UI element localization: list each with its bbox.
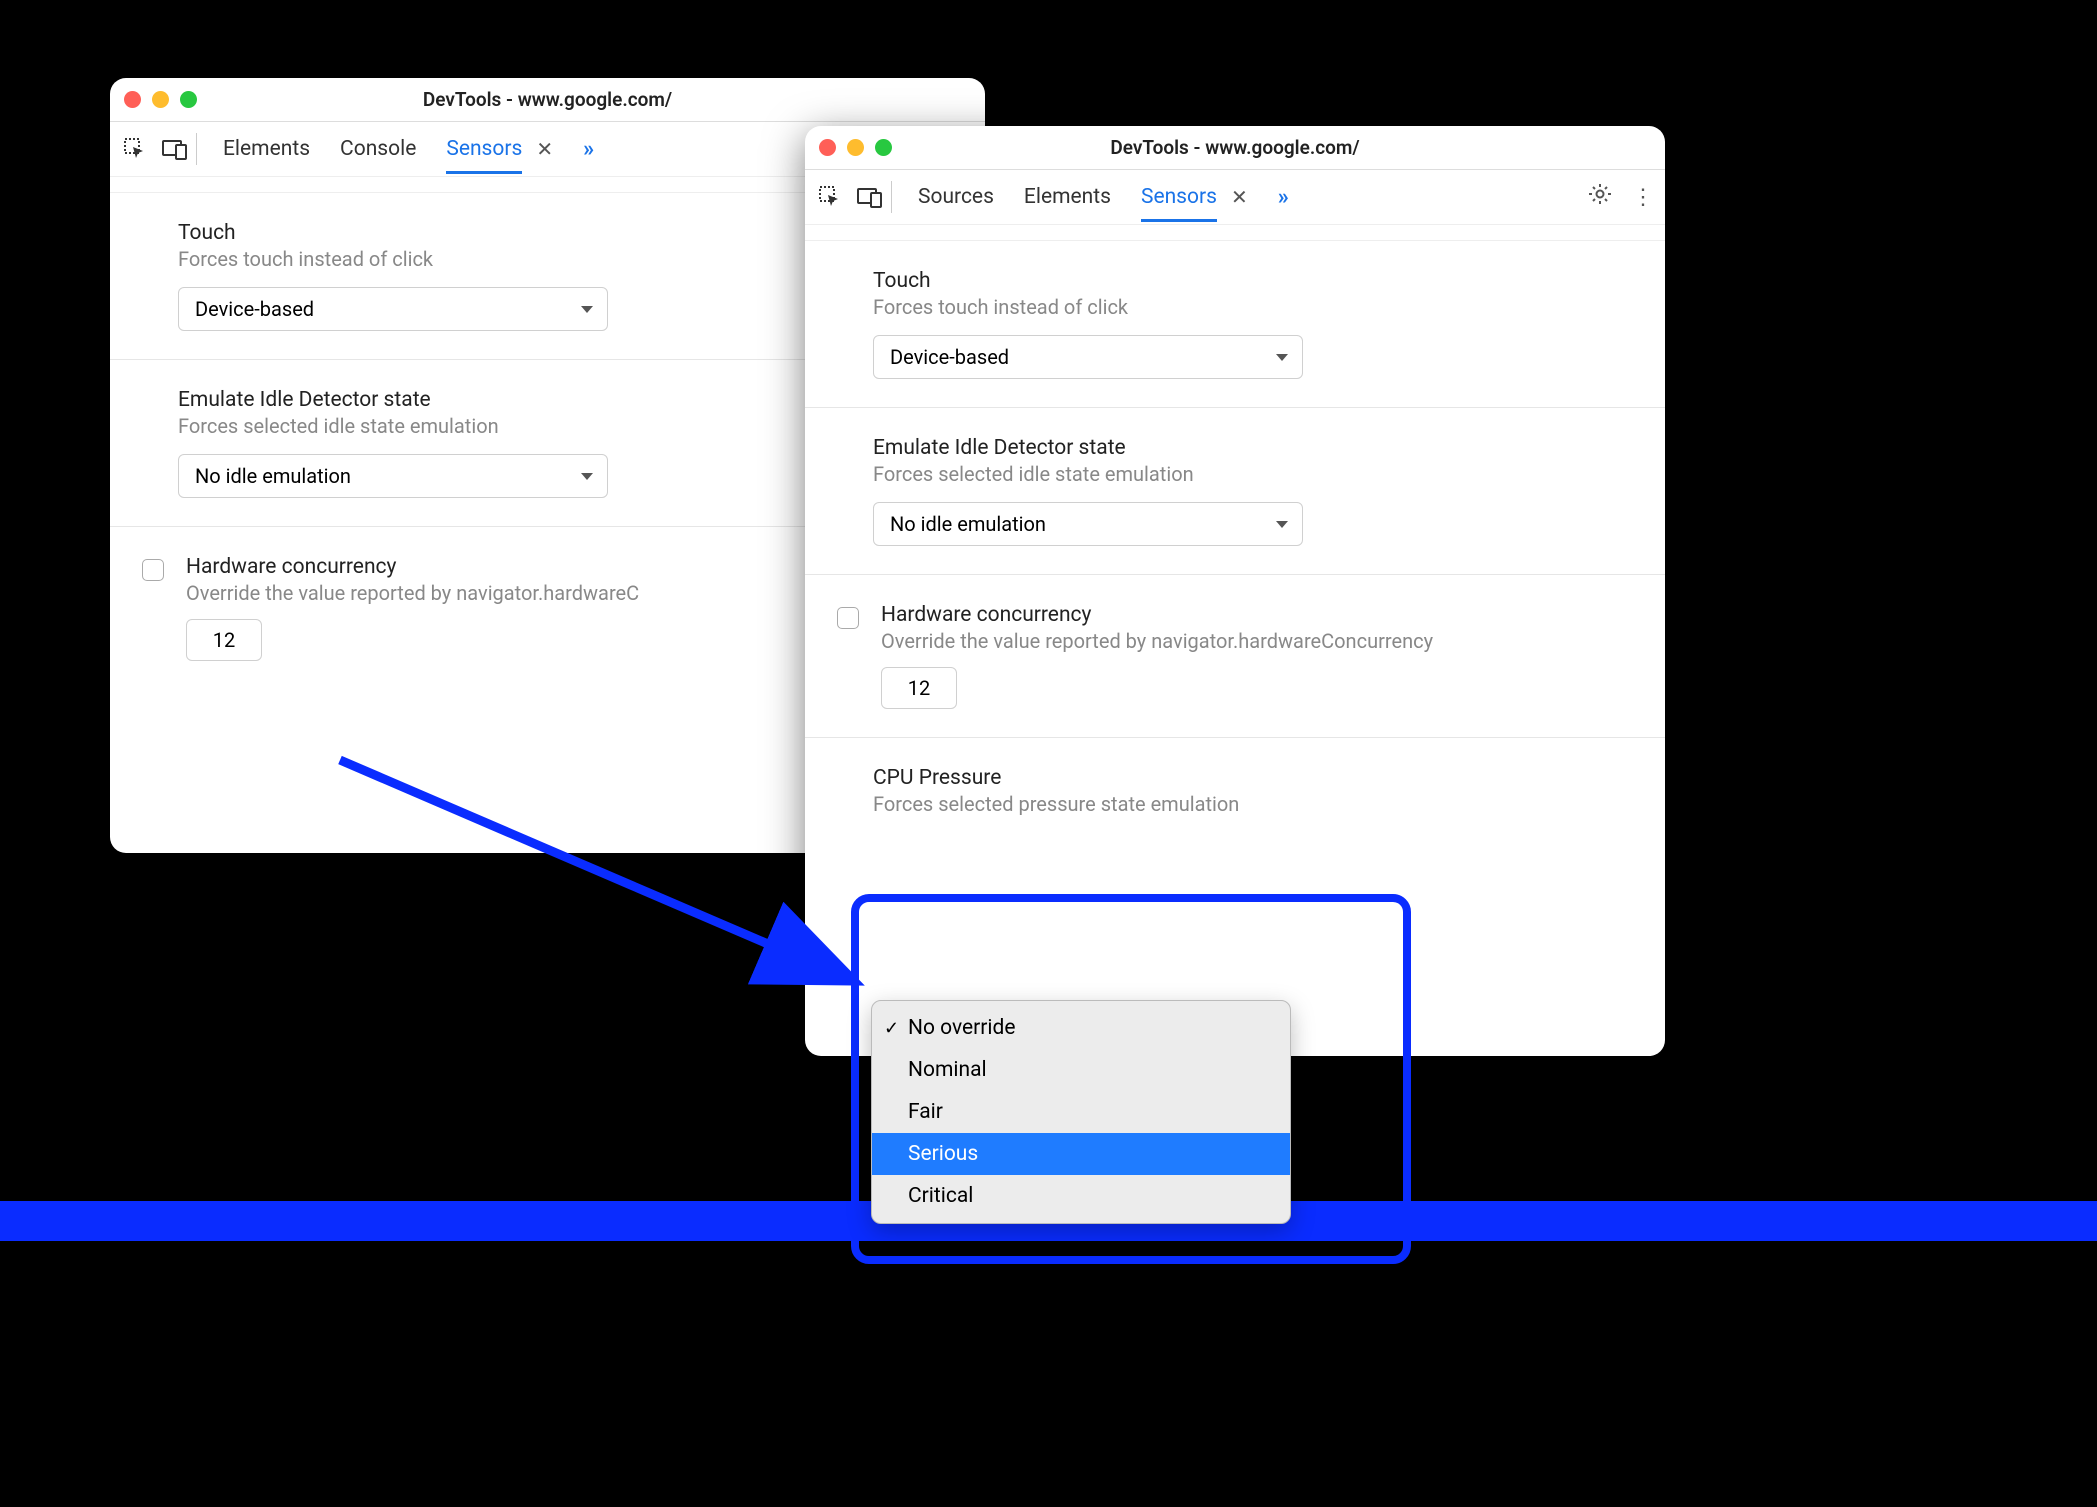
touch-sub: Forces touch instead of click [873, 295, 1625, 319]
cpu-title: CPU Pressure [873, 766, 1625, 790]
titlebar: DevTools - www.google.com/ [110, 78, 985, 122]
chevron-down-icon [1276, 521, 1288, 528]
touch-select[interactable]: Device-based [873, 335, 1303, 379]
hw-value-input[interactable]: 12 [186, 619, 262, 661]
chevron-down-icon [1276, 354, 1288, 361]
tab-sensors[interactable]: Sensors [446, 125, 522, 174]
close-tab-icon[interactable]: ✕ [536, 137, 553, 161]
idle-select[interactable]: No idle emulation [178, 454, 608, 498]
more-tabs-icon[interactable]: » [1278, 185, 1289, 210]
tab-elements[interactable]: Elements [223, 125, 310, 173]
touch-section: Touch Forces touch instead of click Devi… [805, 241, 1665, 408]
hw-sub: Override the value reported by navigator… [881, 629, 1433, 653]
dropdown-option-label: Critical [908, 1184, 973, 1208]
dropdown-option-label: No override [908, 1016, 1015, 1040]
dropdown-option-serious[interactable]: Serious [872, 1133, 1290, 1175]
close-window-icon[interactable] [124, 91, 141, 108]
touch-select-value: Device-based [890, 345, 1009, 369]
cpu-sub: Forces selected pressure state emulation [873, 792, 1625, 816]
more-tabs-icon[interactable]: » [583, 137, 594, 162]
hw-title: Hardware concurrency [186, 555, 639, 579]
hw-checkbox[interactable] [837, 607, 859, 629]
touch-select[interactable]: Device-based [178, 287, 608, 331]
hw-value-input[interactable]: 12 [881, 667, 957, 709]
annotation-arrow [330, 750, 870, 1014]
idle-section: Emulate Idle Detector state Forces selec… [805, 408, 1665, 575]
window-controls[interactable] [124, 91, 197, 108]
dropdown-option-label: Nominal [908, 1058, 987, 1082]
hw-title: Hardware concurrency [881, 603, 1433, 627]
touch-select-value: Device-based [195, 297, 314, 321]
maximize-window-icon[interactable] [180, 91, 197, 108]
cpu-pressure-dropdown[interactable]: ✓ No override Nominal Fair Serious Criti… [871, 1000, 1291, 1224]
hw-section: Hardware concurrency Override the value … [805, 575, 1665, 738]
touch-title: Touch [873, 269, 1625, 293]
inspect-element-icon[interactable] [817, 184, 843, 210]
minimize-window-icon[interactable] [152, 91, 169, 108]
inspect-element-icon[interactable] [122, 136, 148, 162]
dropdown-option-fair[interactable]: Fair [872, 1091, 1290, 1133]
idle-select-value: No idle emulation [195, 464, 351, 488]
close-tab-icon[interactable]: ✕ [1231, 185, 1248, 209]
devtools-toolbar: Sources Elements Sensors ✕ » ⋮ [805, 170, 1665, 225]
close-window-icon[interactable] [819, 139, 836, 156]
chevron-down-icon [581, 473, 593, 480]
dropdown-option-label: Serious [908, 1142, 978, 1166]
hw-sub: Override the value reported by navigator… [186, 581, 639, 605]
idle-title: Emulate Idle Detector state [873, 436, 1625, 460]
idle-sub: Forces selected idle state emulation [873, 462, 1625, 486]
devtools-window-2: DevTools - www.google.com/ Sources Eleme… [805, 126, 1665, 1056]
window-title: DevTools - www.google.com/ [423, 88, 672, 111]
dropdown-option-label: Fair [908, 1100, 943, 1124]
idle-select[interactable]: No idle emulation [873, 502, 1303, 546]
maximize-window-icon[interactable] [875, 139, 892, 156]
minimize-window-icon[interactable] [847, 139, 864, 156]
kebab-menu-icon[interactable]: ⋮ [1632, 185, 1653, 210]
titlebar: DevTools - www.google.com/ [805, 126, 1665, 170]
check-icon: ✓ [884, 1018, 899, 1039]
idle-select-value: No idle emulation [890, 512, 1046, 536]
window-title: DevTools - www.google.com/ [1110, 136, 1359, 159]
tab-sensors[interactable]: Sensors [1141, 173, 1217, 222]
dropdown-option-nominal[interactable]: Nominal [872, 1049, 1290, 1091]
hw-checkbox[interactable] [142, 559, 164, 581]
window-controls[interactable] [819, 139, 892, 156]
chevron-down-icon [581, 306, 593, 313]
cpu-pressure-section: CPU Pressure Forces selected pressure st… [805, 738, 1665, 872]
tab-console[interactable]: Console [340, 125, 416, 173]
dropdown-option-critical[interactable]: Critical [872, 1175, 1290, 1217]
gear-icon[interactable] [1588, 182, 1612, 212]
dropdown-option-no-override[interactable]: ✓ No override [872, 1007, 1290, 1049]
tab-sources[interactable]: Sources [918, 173, 994, 221]
tab-elements[interactable]: Elements [1024, 173, 1111, 221]
device-toggle-icon[interactable] [857, 184, 883, 210]
device-toggle-icon[interactable] [162, 136, 188, 162]
